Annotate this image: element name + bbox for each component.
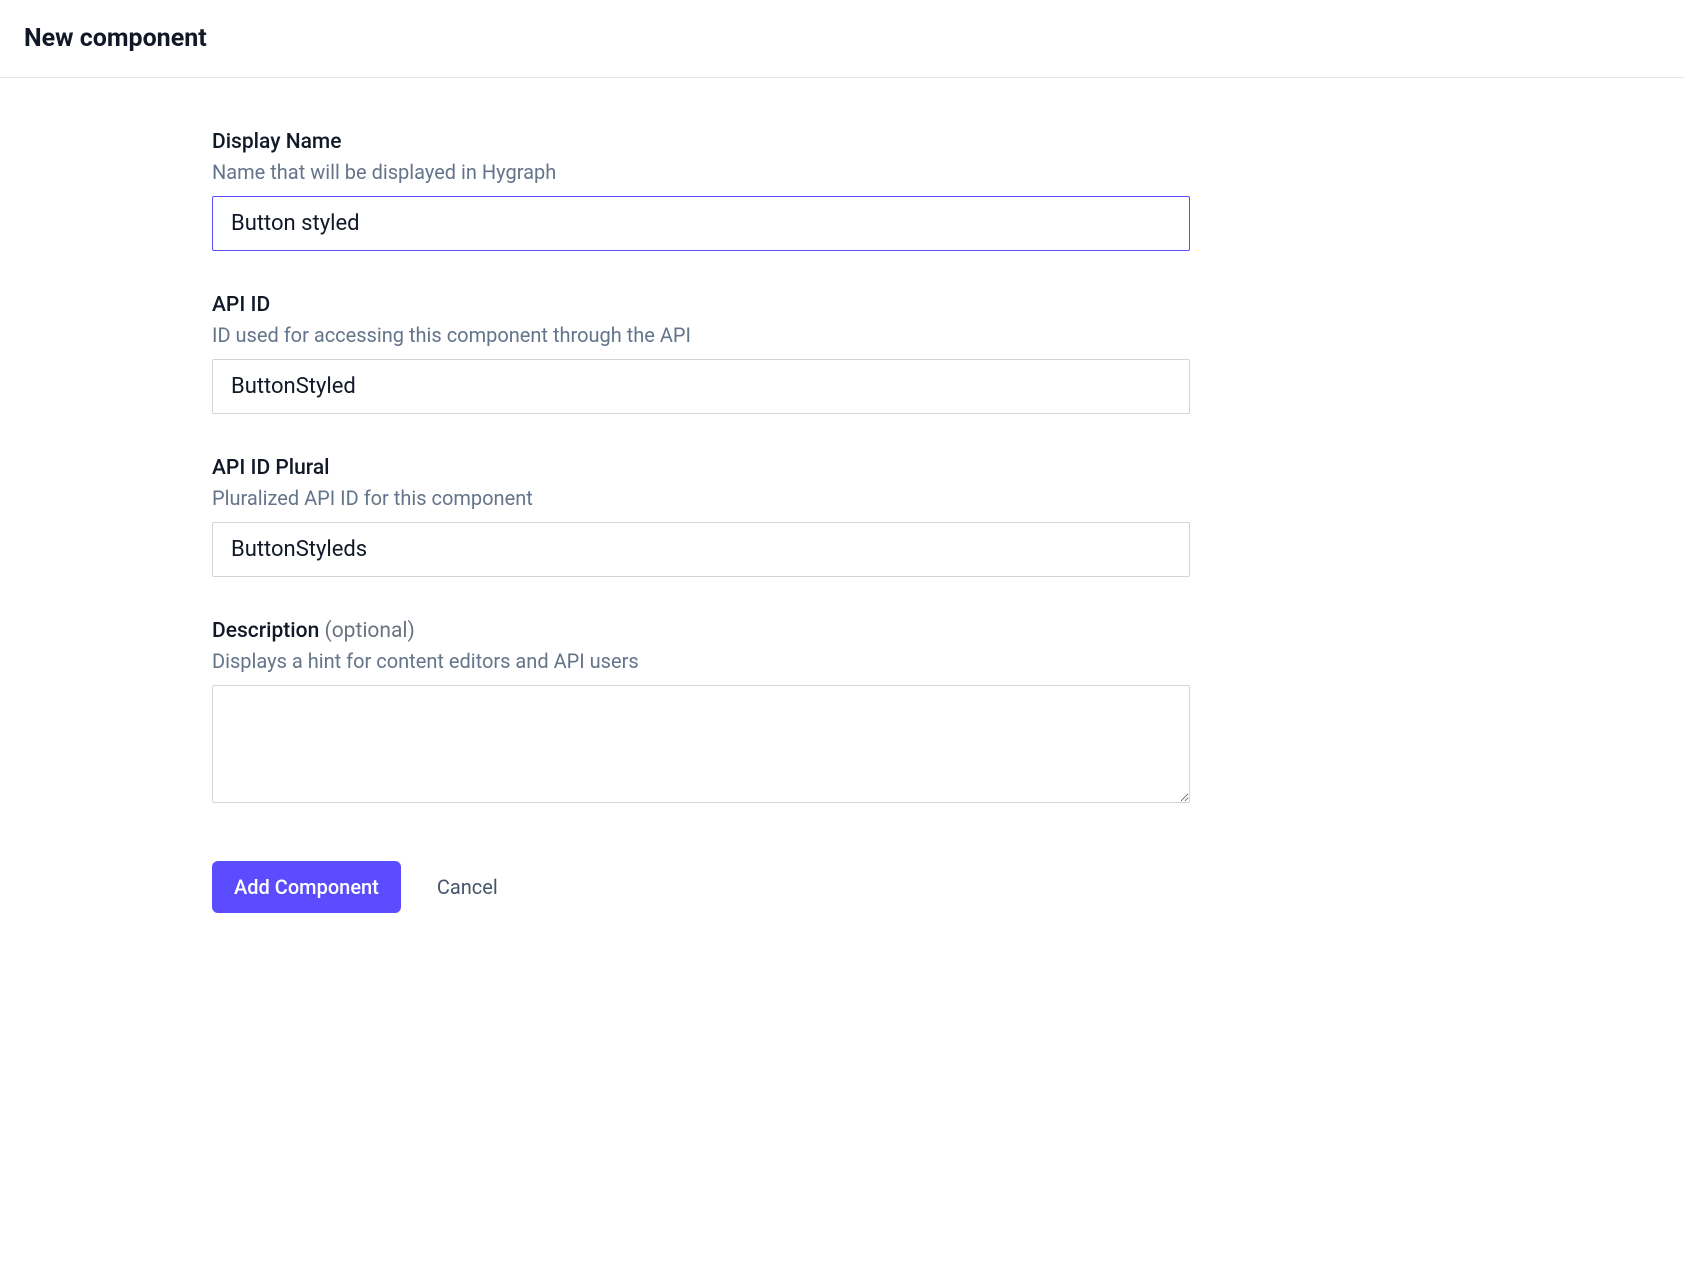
button-row: Add Component Cancel [212,861,1190,913]
api-id-input[interactable] [212,359,1190,414]
display-name-hint: Name that will be displayed in Hygraph [212,160,1190,184]
cancel-button[interactable]: Cancel [429,861,506,913]
api-id-hint: ID used for accessing this component thr… [212,323,1190,347]
display-name-group: Display Name Name that will be displayed… [212,130,1190,251]
api-id-plural-input[interactable] [212,522,1190,577]
description-label-text: Description [212,619,319,643]
description-optional-text: (optional) [325,619,415,643]
add-component-button[interactable]: Add Component [212,861,401,913]
api-id-plural-label: API ID Plural [212,456,1190,480]
api-id-plural-hint: Pluralized API ID for this component [212,486,1190,510]
description-label: Description (optional) [212,619,1190,643]
display-name-label: Display Name [212,130,1190,154]
page-title: New component [24,24,1660,53]
page-header: New component [0,0,1684,78]
api-id-label: API ID [212,293,1190,317]
description-textarea[interactable] [212,685,1190,803]
description-hint: Displays a hint for content editors and … [212,649,1190,673]
api-id-plural-group: API ID Plural Pluralized API ID for this… [212,456,1190,577]
api-id-group: API ID ID used for accessing this compon… [212,293,1190,414]
description-group: Description (optional) Displays a hint f… [212,619,1190,807]
display-name-input[interactable] [212,196,1190,251]
form-container: Display Name Name that will be displayed… [212,78,1190,913]
